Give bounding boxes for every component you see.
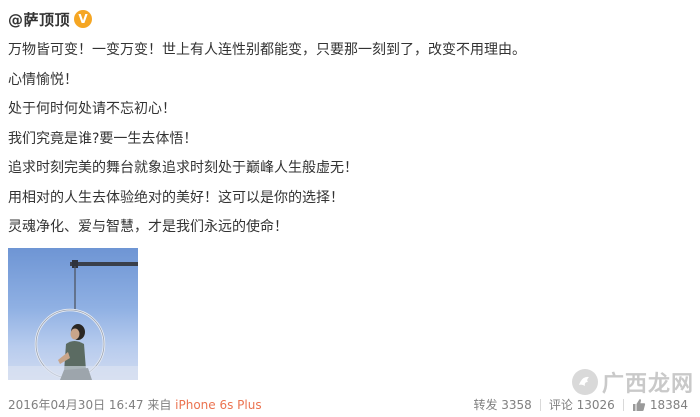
watermark-text: 广西龙网 — [601, 371, 694, 397]
swing-photo-illustration — [8, 260, 138, 380]
post-timestamp-link[interactable]: 2016年04月30日 16:47 — [8, 398, 143, 412]
comment-button[interactable]: 评论 13026 — [549, 396, 615, 414]
weibo-post: @萨顶顶 V 万物皆可变！一变万变！世上有人连性别都能变，只要那一刻到了，改变不… — [0, 0, 700, 417]
like-count: 18384 — [649, 398, 688, 412]
post-footer: 2016年04月30日 16:47 来自 iPhone 6s Plus 转发 3… — [8, 396, 688, 414]
post-text-line: 我们究竟是谁?要一生去体悟！ — [8, 130, 198, 147]
site-watermark: 广西龙网 — [571, 366, 694, 398]
post-content: 万物皆可变！一变万变！世上有人连性别都能变，只要那一刻到了，改变不用理由。 心情… — [8, 36, 688, 243]
dragon-logo-icon — [578, 376, 589, 386]
post-text-line: 万物皆可变！一变万变！世上有人连性别都能变，只要那一刻到了，改变不用理由。 — [8, 42, 526, 58]
post-text-line: 处于何时何处请不忘初心！ — [8, 101, 176, 117]
post-text-line: 心情愉悦！ — [8, 71, 78, 88]
thumbs-up-icon — [632, 399, 645, 411]
watermark-logo-icon — [571, 369, 598, 395]
post-photo-thumbnail[interactable] — [8, 248, 138, 380]
username-link[interactable]: @萨顶顶 — [8, 9, 70, 30]
verified-badge-icon[interactable]: V — [74, 10, 93, 28]
post-text-line: 用相对的人生去体验绝对的美好！这可以是你的选择！ — [8, 189, 344, 206]
divider — [539, 399, 541, 411]
repost-button[interactable]: 转发 3358 — [473, 396, 531, 414]
source-prefix: 来自 — [147, 398, 172, 412]
post-header: @萨顶顶 V — [8, 8, 93, 30]
post-meta: 2016年04月30日 16:47 来自 iPhone 6s Plus — [8, 396, 262, 414]
device-link[interactable]: iPhone 6s Plus — [175, 398, 261, 412]
divider — [622, 399, 624, 411]
like-button[interactable]: 18384 — [632, 396, 688, 414]
post-text-line: 灵魂净化、爱与智慧，才是我们永远的使命！ — [8, 219, 288, 235]
post-actions: 转发 3358 评论 13026 18384 — [473, 396, 688, 414]
post-text-line: 追求时刻完美的舞台就象追求时刻处于巅峰人生般虚无！ — [8, 160, 358, 176]
